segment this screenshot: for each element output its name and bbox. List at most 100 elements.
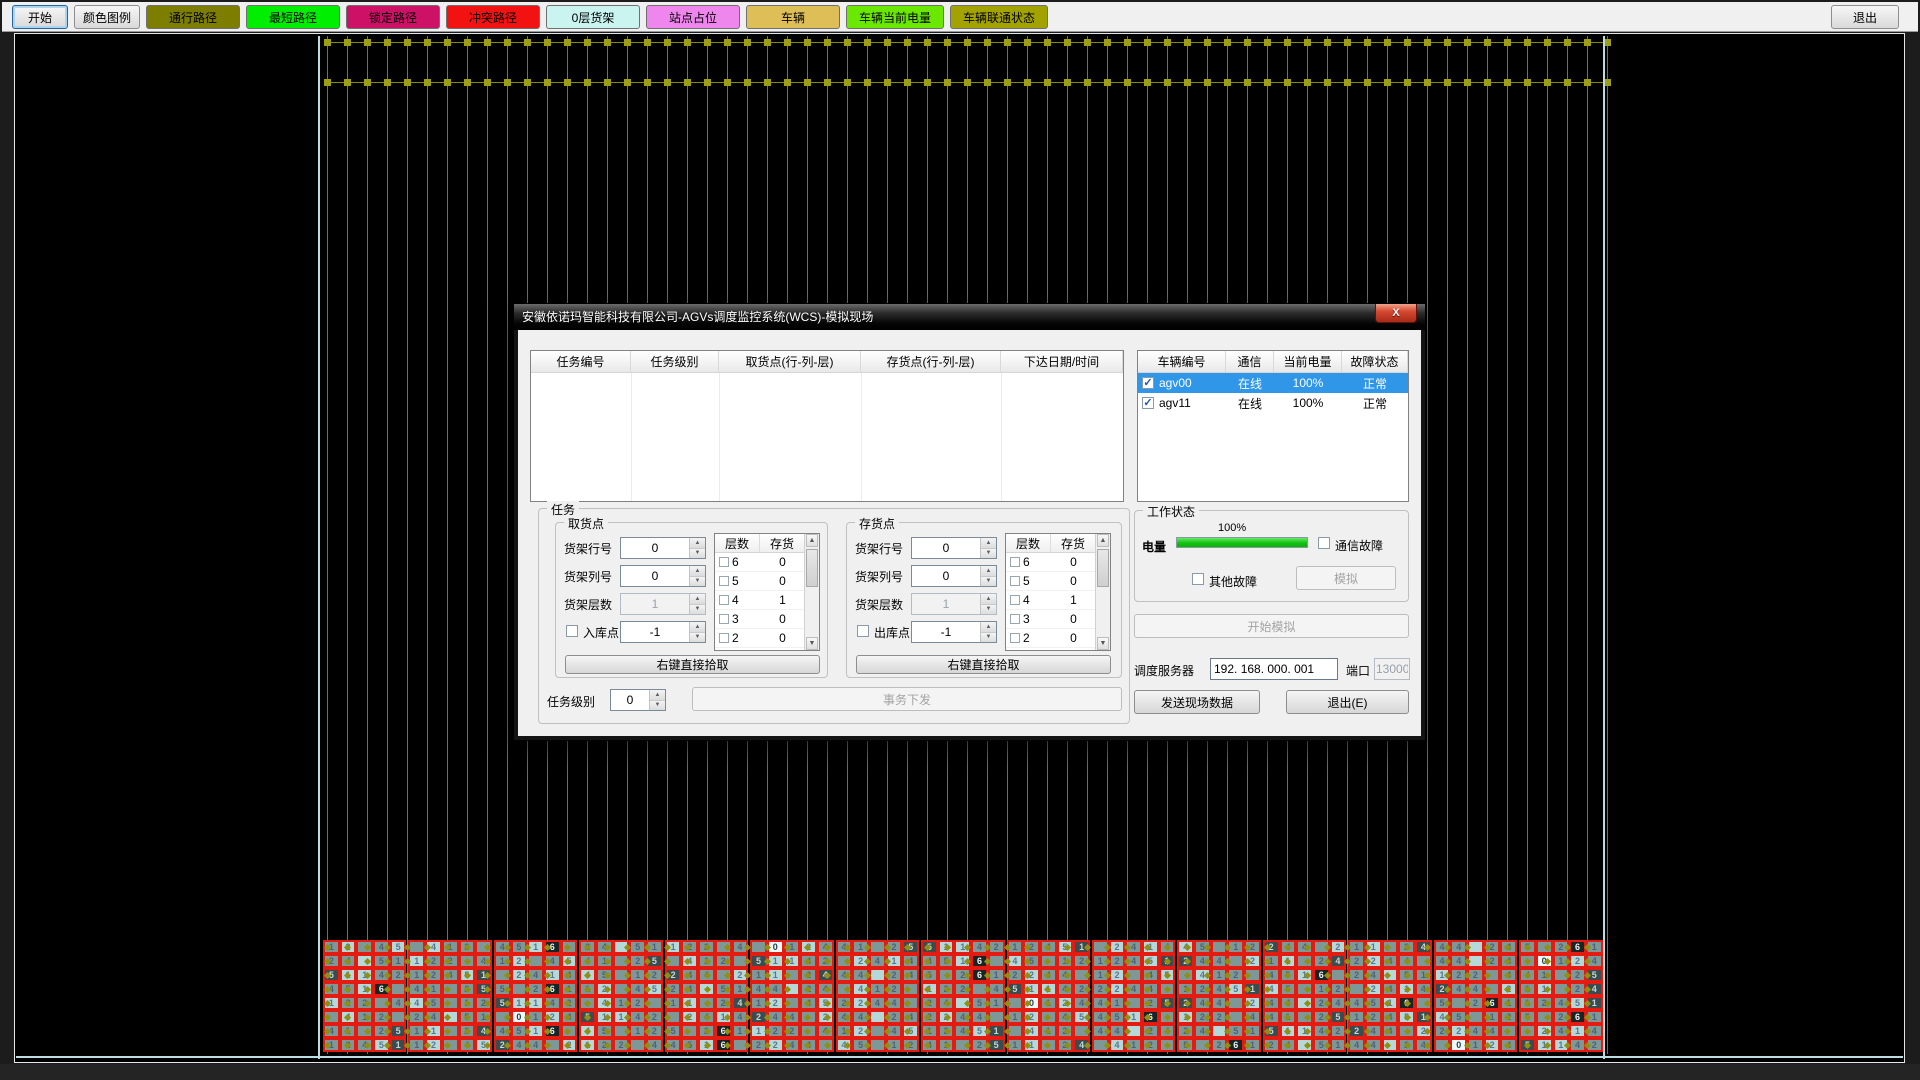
toolbar-button-车辆当前电量[interactable]: 车辆当前电量: [846, 5, 944, 29]
comm-fault-checkbox[interactable]: [1318, 537, 1330, 549]
toolbar-button-冲突路径[interactable]: 冲突路径: [446, 5, 540, 29]
scroll-up-icon[interactable]: ▲: [1097, 534, 1109, 547]
battery-percent-label: 100%: [1218, 522, 1246, 534]
field-stepper[interactable]: 0▲▼: [620, 537, 706, 559]
dialog-title[interactable]: 安徽依诺玛智能科技有限公司-AGVs调度监控系统(WCS)-模拟现场 X: [514, 304, 1425, 330]
simulate-button[interactable]: 模拟: [1296, 566, 1396, 590]
list-checkbox-icon[interactable]: [719, 614, 729, 624]
spinner-up-icon[interactable]: ▲: [690, 594, 705, 605]
exit-dialog-button[interactable]: 退出(E): [1286, 690, 1409, 714]
level-stock-list[interactable]: 层数存货6050413020▲▼: [1005, 533, 1111, 651]
toolbar-button-站点占位[interactable]: 站点占位: [646, 5, 740, 29]
spinner-down-icon[interactable]: ▼: [650, 701, 665, 711]
field-stepper[interactable]: 0▲▼: [911, 565, 997, 587]
spinner-up-icon[interactable]: ▲: [690, 566, 705, 577]
map-vertical-line: [1467, 36, 1468, 1054]
vehicle-checkbox-icon[interactable]: ✓: [1142, 377, 1154, 389]
list-checkbox-icon[interactable]: [719, 595, 729, 605]
scroll-thumb[interactable]: [806, 549, 818, 587]
list-checkbox-icon[interactable]: [1010, 557, 1020, 567]
spinner-up-icon[interactable]: ▲: [650, 690, 665, 701]
level-stock-list[interactable]: 层数存货6050413020▲▼: [714, 533, 820, 651]
list-checkbox-icon[interactable]: [1010, 595, 1020, 605]
stock-value: 0: [1051, 574, 1096, 588]
spinner-down-icon[interactable]: ▼: [690, 549, 705, 559]
field-stepper[interactable]: 0▲▼: [911, 537, 997, 559]
list-checkbox-icon[interactable]: [719, 633, 729, 643]
spinner-down-icon[interactable]: ▼: [690, 605, 705, 615]
submit-task-button[interactable]: 事务下发: [692, 687, 1122, 711]
toolbar-button-通行路径[interactable]: 通行路径: [146, 5, 240, 29]
level-value: 2: [732, 631, 739, 645]
inbound-point-checkbox[interactable]: [566, 625, 578, 637]
vehicle-table[interactable]: 车辆编号通信当前电量故障状态✓agv00在线100%正常✓agv11在线100%…: [1137, 350, 1409, 502]
path-node-icon: [1264, 79, 1271, 86]
pick-by-right-click-button[interactable]: 右键直接拾取: [565, 655, 820, 674]
other-fault-checkbox[interactable]: [1192, 573, 1204, 585]
field-stepper[interactable]: 1▲▼: [620, 593, 706, 615]
path-node-icon: [944, 39, 951, 46]
entry-point-stepper[interactable]: -1▲▼: [911, 621, 997, 643]
path-node-icon: [904, 39, 911, 46]
toolbar-button-0层货架[interactable]: 0层货架: [546, 5, 640, 29]
spinner-up-icon[interactable]: ▲: [981, 538, 996, 549]
list-checkbox-icon[interactable]: [1010, 576, 1020, 586]
entry-point-stepper[interactable]: -1▲▼: [620, 621, 706, 643]
map-canvas[interactable]: 1245412451624511224012441255114212451241…: [14, 33, 1905, 1063]
field-stepper[interactable]: 0▲▼: [620, 565, 706, 587]
toolbar-button-最短路径[interactable]: 最短路径: [246, 5, 340, 29]
path-node-icon: [1204, 79, 1211, 86]
path-node-icon: [744, 39, 751, 46]
list-checkbox-icon[interactable]: [719, 557, 729, 567]
task-table[interactable]: 任务编号任务级别取货点(行-列-层)存货点(行-列-层)下达日期/时间: [530, 350, 1124, 502]
shelf-grid[interactable]: 1245412451624511224012441255114212451241…: [323, 940, 1605, 1052]
list-checkbox-icon[interactable]: [1010, 633, 1020, 643]
list-checkbox-icon[interactable]: [719, 576, 729, 586]
inbound-point-checkbox-label: 入库点: [583, 624, 619, 641]
toolbar-button-开始[interactable]: 开始: [12, 5, 68, 29]
field-label: 货架列号: [564, 568, 612, 585]
spinner-up-icon[interactable]: ▲: [690, 538, 705, 549]
spinner-up-icon[interactable]: ▲: [690, 622, 705, 633]
spinner-down-icon[interactable]: ▼: [981, 549, 996, 559]
task-level-stepper[interactable]: 0 ▲ ▼: [610, 689, 666, 711]
path-node-icon: [1004, 79, 1011, 86]
spinner-down-icon[interactable]: ▼: [981, 605, 996, 615]
path-node-icon: [804, 79, 811, 86]
spinner-down-icon[interactable]: ▼: [981, 633, 996, 643]
exit-button-top[interactable]: 退出: [1831, 5, 1899, 29]
level-value: 6: [1023, 555, 1030, 569]
scroll-thumb[interactable]: [1097, 549, 1109, 587]
spinner-up-icon[interactable]: ▲: [981, 622, 996, 633]
list-checkbox-icon[interactable]: [1010, 614, 1020, 624]
spinner-down-icon[interactable]: ▼: [690, 633, 705, 643]
vehicle-checkbox-icon[interactable]: ✓: [1142, 397, 1154, 409]
spinner-up-icon[interactable]: ▲: [981, 566, 996, 577]
pick-by-right-click-button[interactable]: 右键直接拾取: [856, 655, 1111, 674]
vehicle-row-agv00[interactable]: ✓agv00在线100%正常: [1138, 373, 1408, 393]
toolbar-button-颜色图例[interactable]: 颜色图例: [74, 5, 140, 29]
field-stepper[interactable]: 1▲▼: [911, 593, 997, 615]
toolbar-button-车辆联通状态[interactable]: 车辆联通状态: [950, 5, 1048, 29]
toolbar-button-锁定路径[interactable]: 锁定路径: [346, 5, 440, 29]
toolbar-button-车辆[interactable]: 车辆: [746, 5, 840, 29]
map-vertical-line: [1587, 36, 1588, 1054]
vehicle-row-agv11[interactable]: ✓agv11在线100%正常: [1138, 393, 1408, 413]
spinner-down-icon[interactable]: ▼: [981, 577, 996, 587]
close-icon[interactable]: X: [1375, 304, 1417, 323]
list-scrollbar[interactable]: ▲▼: [804, 534, 819, 650]
send-field-data-button[interactable]: 发送现场数据: [1134, 690, 1260, 714]
port-input[interactable]: [1374, 658, 1410, 680]
scroll-down-icon[interactable]: ▼: [1097, 637, 1109, 650]
scroll-up-icon[interactable]: ▲: [806, 534, 818, 547]
path-node-icon: [1444, 79, 1451, 86]
list-scrollbar[interactable]: ▲▼: [1095, 534, 1110, 650]
scroll-down-icon[interactable]: ▼: [806, 637, 818, 650]
start-simulation-button[interactable]: 开始模拟: [1134, 614, 1409, 638]
dispatch-server-input[interactable]: [1210, 658, 1338, 680]
spinner-down-icon[interactable]: ▼: [690, 577, 705, 587]
spinner-up-icon[interactable]: ▲: [981, 594, 996, 605]
path-node-icon: [1544, 39, 1551, 46]
path-node-icon: [1384, 39, 1391, 46]
outbound-point-checkbox[interactable]: [857, 625, 869, 637]
